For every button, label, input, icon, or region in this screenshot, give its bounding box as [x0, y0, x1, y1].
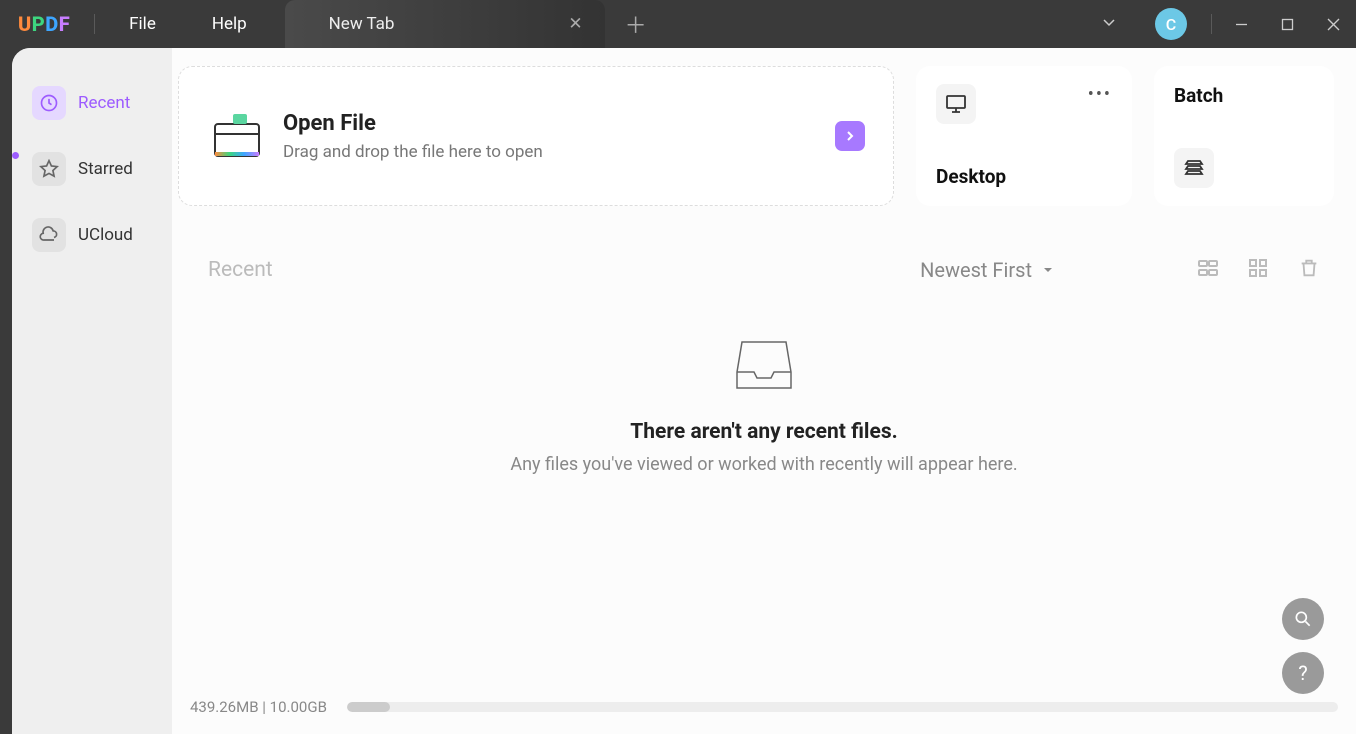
chevron-right-icon[interactable] — [835, 121, 865, 151]
close-icon[interactable]: ✕ — [560, 10, 590, 38]
sidebar: Recent Starred UCloud — [12, 48, 172, 734]
clock-icon — [32, 86, 66, 120]
add-tab-button[interactable]: ＋ — [605, 8, 667, 40]
sidebar-item-recent[interactable]: Recent — [22, 76, 162, 130]
desktop-card[interactable]: ••• Desktop — [916, 66, 1132, 206]
storage-text: 439.26MB | 10.00GB — [190, 698, 327, 716]
sidebar-item-label: Recent — [78, 93, 130, 113]
card-title: Batch — [1174, 84, 1314, 107]
storage-bar: 439.26MB | 10.00GB — [190, 698, 1338, 716]
main-area: Open File Drag and drop the file here to… — [172, 48, 1356, 734]
sort-label: Newest First — [920, 258, 1032, 282]
tab-new[interactable]: New Tab ✕ — [285, 0, 605, 48]
open-file-title: Open File — [283, 111, 543, 136]
tab-label: New Tab — [329, 14, 395, 34]
desktop-icon — [936, 84, 976, 124]
batch-icon — [1174, 148, 1214, 188]
storage-track — [347, 702, 1338, 712]
divider — [1211, 14, 1212, 34]
empty-title: There aren't any recent files. — [630, 420, 897, 444]
open-file-subtitle: Drag and drop the file here to open — [283, 142, 543, 162]
batch-card[interactable]: Batch — [1154, 66, 1334, 206]
recent-title: Recent — [208, 258, 273, 282]
sidebar-item-ucloud[interactable]: UCloud — [22, 208, 162, 262]
chevron-down-icon[interactable] — [1081, 14, 1137, 34]
maximize-button[interactable] — [1264, 0, 1310, 48]
search-button[interactable] — [1282, 598, 1324, 640]
sidebar-item-starred[interactable]: Starred — [22, 142, 162, 196]
recent-header: Recent Newest First — [172, 206, 1356, 300]
titlebar: UPDF File Help New Tab ✕ ＋ C — [0, 0, 1356, 48]
minimize-button[interactable] — [1218, 0, 1264, 48]
cloud-icon — [32, 218, 66, 252]
sidebar-item-label: UCloud — [78, 225, 133, 245]
empty-subtitle: Any files you've viewed or worked with r… — [510, 454, 1017, 475]
menu-file[interactable]: File — [101, 14, 184, 34]
help-button[interactable]: ? — [1282, 652, 1324, 694]
app-logo: UPDF — [0, 12, 88, 36]
folder-icon — [209, 108, 265, 164]
storage-fill — [347, 702, 390, 712]
sort-dropdown[interactable]: Newest First — [920, 258, 1054, 282]
star-icon — [32, 152, 66, 186]
inbox-icon — [734, 338, 794, 396]
divider — [94, 14, 95, 34]
grid-view-icon[interactable] — [1242, 252, 1274, 288]
open-file-card[interactable]: Open File Drag and drop the file here to… — [178, 66, 894, 206]
caret-down-icon — [1042, 264, 1054, 276]
more-icon[interactable]: ••• — [1088, 84, 1112, 105]
close-button[interactable] — [1310, 0, 1356, 48]
list-view-icon[interactable] — [1192, 252, 1224, 288]
empty-state: There aren't any recent files. Any files… — [172, 300, 1356, 475]
indicator-dot — [12, 152, 19, 159]
menu-help[interactable]: Help — [184, 14, 275, 34]
app-body: Recent Starred UCloud — [12, 48, 1356, 734]
sidebar-item-label: Starred — [78, 159, 133, 179]
top-cards: Open File Drag and drop the file here to… — [172, 66, 1356, 206]
card-title: Desktop — [936, 165, 1112, 188]
trash-icon[interactable] — [1298, 257, 1320, 283]
user-avatar[interactable]: C — [1155, 8, 1187, 40]
